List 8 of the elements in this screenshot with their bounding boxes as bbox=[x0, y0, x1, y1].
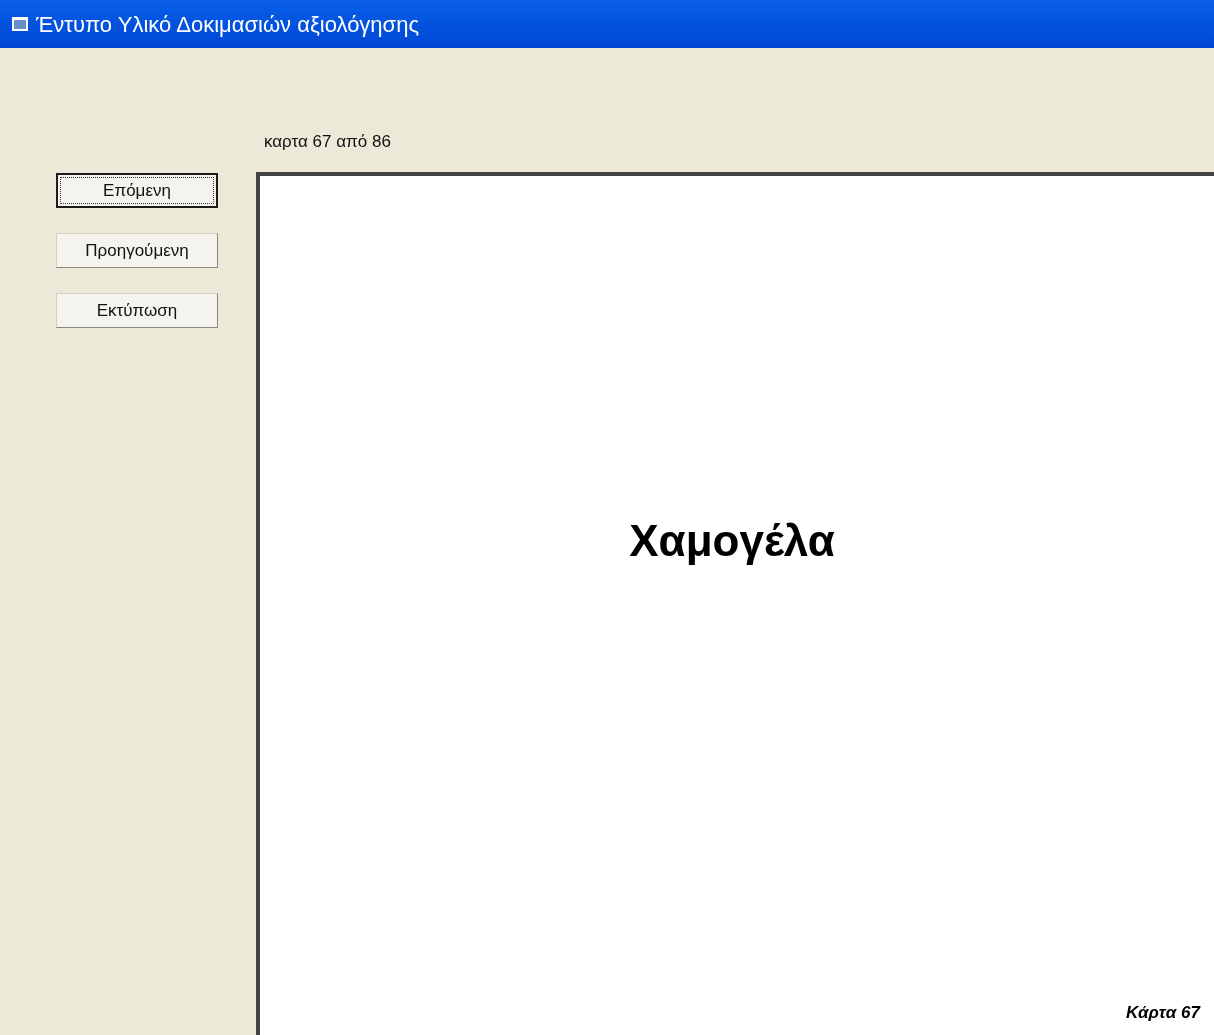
nav-button[interactable]: Επόμενη bbox=[56, 173, 218, 208]
nav-button[interactable]: Προηγούμενη bbox=[56, 233, 218, 268]
nav-button[interactable]: Εκτύπωση bbox=[56, 293, 218, 328]
window-title: Έντυπο Υλικό Δοκιμασιών αξιολόγησης bbox=[36, 10, 419, 39]
card-word: Χαμογέλα bbox=[629, 514, 835, 567]
window-icon bbox=[12, 17, 28, 31]
card-counter: καρτα 67 από 86 bbox=[264, 130, 391, 153]
card-footer: Κάρτα 67 bbox=[1126, 999, 1200, 1025]
